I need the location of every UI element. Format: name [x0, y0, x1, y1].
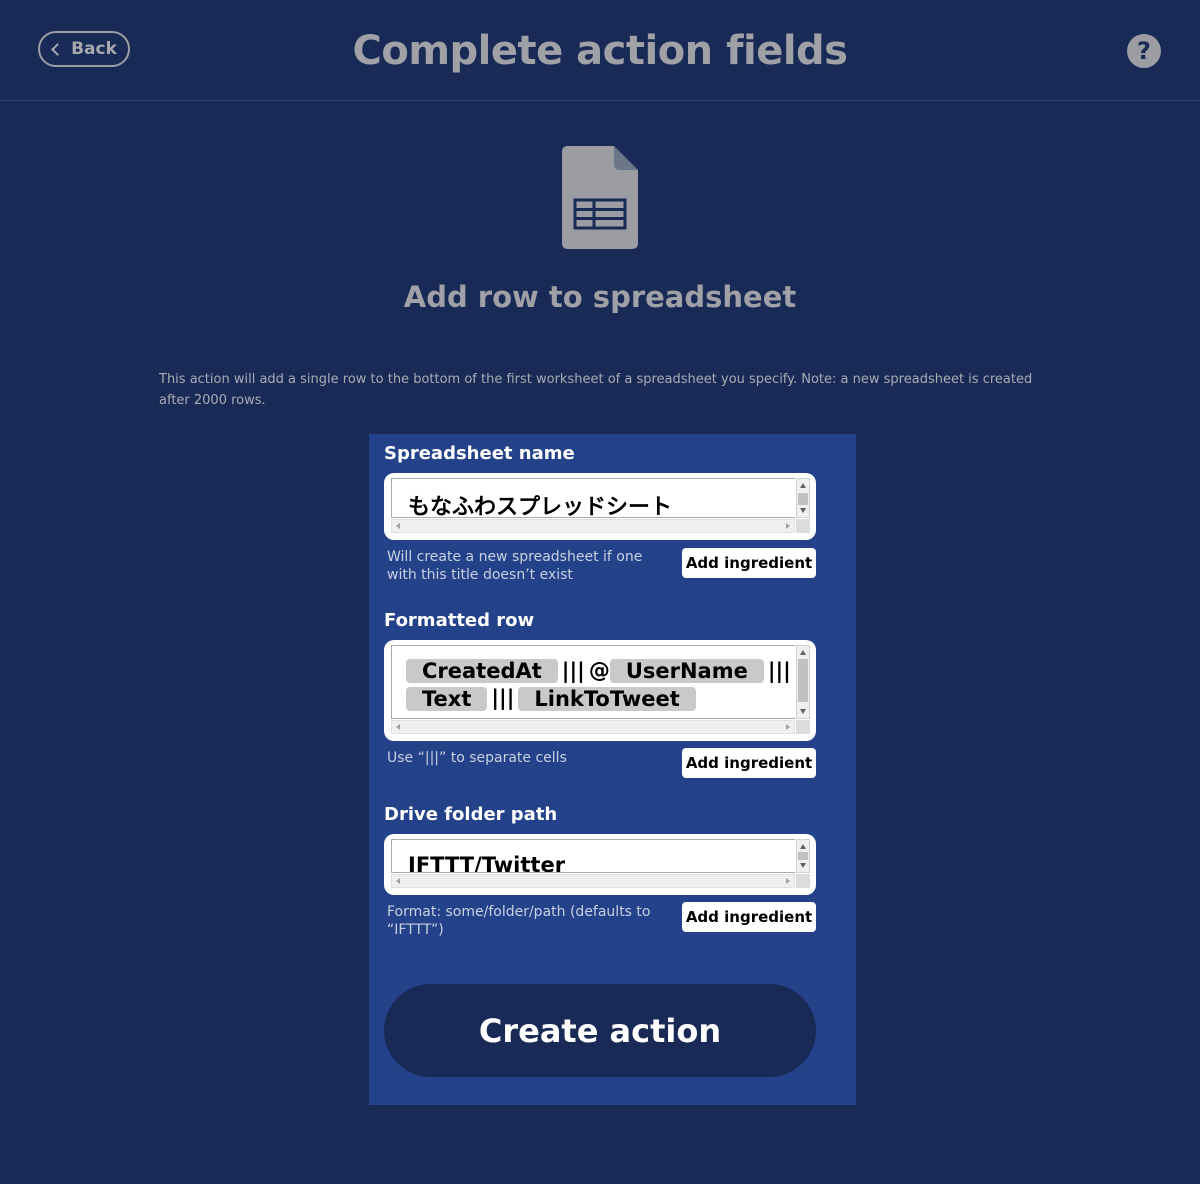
spreadsheet-name-vscroll[interactable]	[796, 478, 810, 518]
formatted-row-label: Formatted row	[384, 610, 535, 631]
drive-folder-path-field[interactable]: IFTTT/Twitter	[384, 834, 816, 895]
at-sign: @	[588, 658, 610, 683]
create-action-button[interactable]: Create action	[384, 984, 816, 1077]
action-title: Add row to spreadsheet	[403, 280, 797, 314]
formatted-row-vscroll[interactable]	[796, 645, 810, 719]
spreadsheet-icon	[562, 146, 638, 253]
help-icon[interactable]: ?	[1127, 34, 1161, 68]
cell-separator: |||	[561, 658, 585, 683]
cell-separator: |||	[491, 686, 515, 710]
spreadsheet-name-field[interactable]: もなふわスプレッドシート	[384, 473, 816, 540]
formatted-row-hscroll[interactable]	[391, 720, 795, 734]
action-description: This action will add a single row to the…	[159, 372, 1033, 408]
spreadsheet-name-input[interactable]: もなふわスプレッドシート	[391, 478, 795, 518]
page-title: Complete action fields	[352, 28, 848, 74]
formatted-row-help: Use “|||” to separate cells	[387, 750, 567, 766]
drive-folder-path-vscroll[interactable]	[796, 839, 810, 873]
ingredient-createdat[interactable]: CreatedAt	[406, 659, 558, 683]
spreadsheet-name-help: Will create a new spreadsheet if one wit…	[387, 549, 643, 583]
ingredient-linktotweet[interactable]: LinkToTweet	[518, 686, 696, 711]
spreadsheet-name-label: Spreadsheet name	[384, 443, 575, 464]
add-ingredient-button-drive-folder-path[interactable]: Add ingredient	[682, 902, 816, 932]
drive-folder-path-label: Drive folder path	[384, 804, 558, 825]
cell-separator: |||	[767, 658, 791, 683]
add-ingredient-button-spreadsheet-name[interactable]: Add ingredient	[682, 548, 816, 578]
drive-folder-path-hscroll[interactable]	[391, 874, 795, 888]
header-bar: Back Complete action fields ?	[0, 0, 1200, 101]
spreadsheet-name-hscroll[interactable]	[391, 519, 795, 533]
ingredient-text[interactable]: Text	[406, 686, 488, 711]
drive-folder-path-input[interactable]: IFTTT/Twitter	[391, 839, 795, 873]
add-ingredient-button-formatted-row[interactable]: Add ingredient	[682, 748, 816, 778]
formatted-row-field[interactable]: CreatedAt ||| @ UserName ||| Text ||| LinkToTw…	[384, 640, 816, 741]
ingredient-username[interactable]: UserName	[609, 659, 764, 683]
drive-folder-path-help: Format: some/folder/path (defaults to “I…	[387, 904, 651, 938]
formatted-row-input[interactable]: CreatedAt ||| @ UserName ||| Text ||| LinkToTw…	[391, 645, 795, 719]
action-fields-panel: Spreadsheet name もなふわスプレッドシート Will creat…	[369, 434, 856, 1105]
